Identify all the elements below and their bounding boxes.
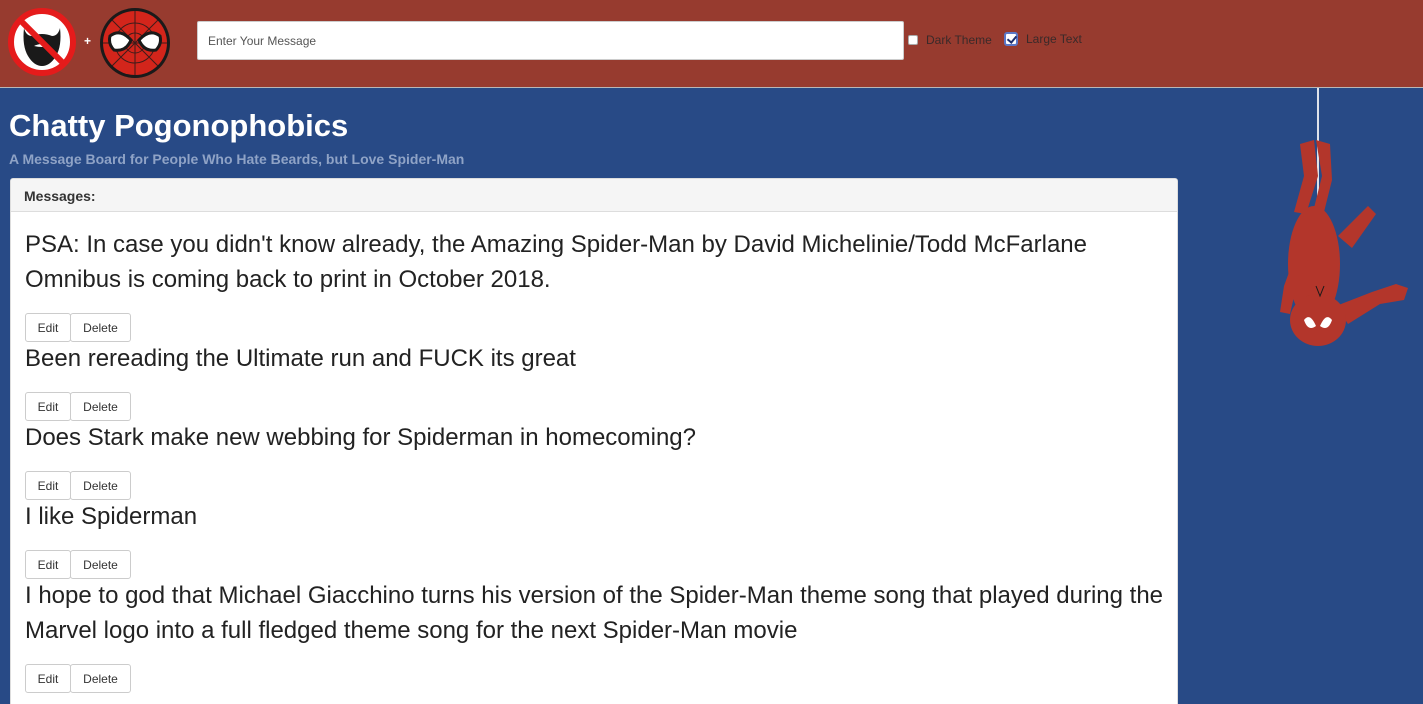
- message-text: I hope to god that Michael Giacchino tur…: [25, 582, 1164, 644]
- message-text: PSA: In case you didn't know already, th…: [25, 231, 1087, 293]
- spider-man-mask-icon: [100, 8, 170, 78]
- delete-button[interactable]: Delete: [70, 471, 131, 500]
- edit-button[interactable]: Edit: [25, 550, 71, 579]
- large-text-toggle[interactable]: Large Text: [1004, 32, 1082, 46]
- delete-button[interactable]: Delete: [70, 664, 131, 693]
- message-item: I like Spiderman Edit Delete: [25, 499, 1165, 579]
- message-text: Been rereading the Ultimate run and FUCK…: [25, 345, 576, 372]
- message-text: Does Stark make new webbing for Spiderma…: [25, 424, 697, 451]
- edit-button[interactable]: Edit: [25, 313, 71, 342]
- message-text: I like Spiderman: [25, 503, 198, 530]
- edit-button[interactable]: Edit: [25, 471, 71, 500]
- page-subtitle: A Message Board for People Who Hate Bear…: [9, 151, 465, 167]
- dark-theme-toggle[interactable]: Dark Theme: [908, 33, 992, 47]
- message-item: I hope to god that Michael Giacchino tur…: [25, 578, 1165, 693]
- message-input[interactable]: [197, 21, 904, 60]
- top-navbar: + Dark Theme Large Text: [0, 0, 1423, 88]
- messages-panel: Messages: PSA: In case you didn't know a…: [10, 178, 1178, 704]
- hanging-spider-man-icon: [1280, 140, 1408, 346]
- delete-button[interactable]: Delete: [70, 313, 131, 342]
- message-item: Been rereading the Ultimate run and FUCK…: [25, 341, 1165, 421]
- delete-button[interactable]: Delete: [70, 392, 131, 421]
- large-text-label: Large Text: [1026, 32, 1082, 46]
- plus-sign: +: [84, 34, 92, 48]
- messages-panel-heading: Messages:: [11, 179, 1177, 212]
- dark-theme-checkbox[interactable]: [908, 35, 918, 45]
- message-item: PSA: In case you didn't know already, th…: [25, 227, 1165, 342]
- page-title: Chatty Pogonophobics: [9, 108, 349, 143]
- no-beard-logo-icon: [8, 8, 76, 76]
- dark-theme-label: Dark Theme: [926, 33, 992, 47]
- message-item: Does Stark make new webbing for Spiderma…: [25, 420, 1165, 500]
- edit-button[interactable]: Edit: [25, 664, 71, 693]
- delete-button[interactable]: Delete: [70, 550, 131, 579]
- large-text-checkbox[interactable]: [1004, 32, 1018, 46]
- edit-button[interactable]: Edit: [25, 392, 71, 421]
